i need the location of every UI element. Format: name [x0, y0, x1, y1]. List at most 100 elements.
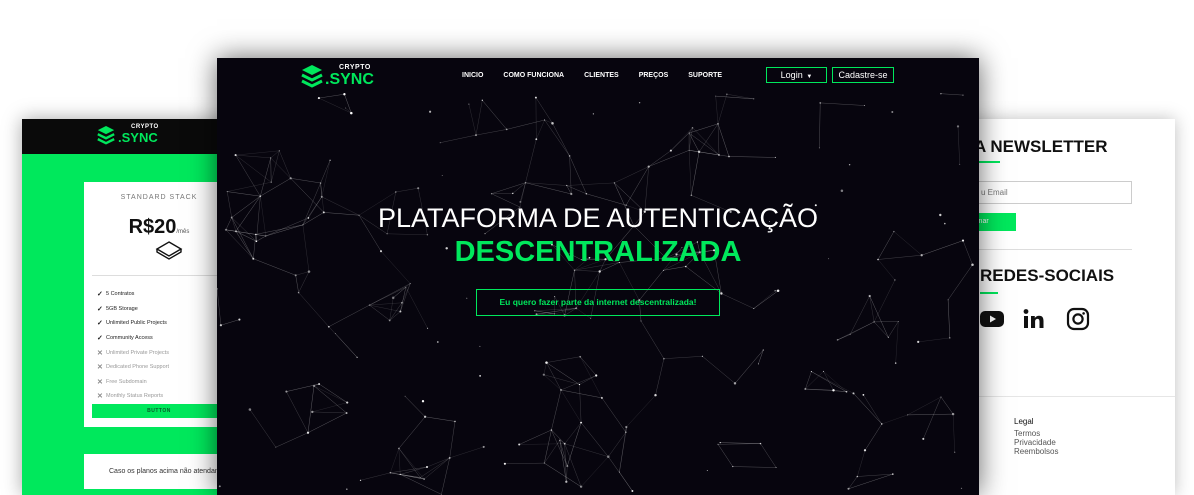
network-line	[601, 397, 627, 433]
network-line	[482, 100, 507, 130]
nav-link-inicio[interactable]: INICIO	[462, 72, 483, 79]
price-card: STANDARD STACK R$20/mês ✓ 5 Contratos ✓ 5G…	[84, 182, 234, 427]
network-line	[957, 126, 960, 165]
pricing-logo[interactable]: CRYPTO .SYNC	[97, 124, 159, 145]
youtube-icon[interactable]	[980, 307, 1004, 331]
layers-logo-icon	[97, 126, 115, 145]
social-underline	[980, 292, 998, 294]
network-line	[648, 150, 690, 167]
feature-label: 5GB Storage	[106, 305, 138, 312]
network-line	[805, 371, 824, 390]
network-line	[551, 389, 562, 431]
linkedin-icon[interactable]	[1022, 307, 1046, 331]
star-dot	[421, 400, 425, 403]
nav-link-suporte[interactable]: SUPORTE	[688, 72, 722, 79]
signup-button[interactable]: Cadastre-se	[832, 67, 894, 83]
network-line	[227, 181, 272, 192]
network-line	[952, 414, 955, 453]
network-line	[270, 150, 280, 183]
plan-price: R$20/mês	[84, 216, 234, 239]
network-line	[569, 155, 572, 195]
cta-button[interactable]: Eu quero fazer parte da internet descent…	[476, 289, 720, 316]
network-line	[689, 150, 700, 153]
legal-title: Legal	[1014, 417, 1034, 426]
feature-item-disabled: ✕ Monthly Status Reports	[97, 389, 169, 404]
network-line	[519, 429, 552, 445]
network-line	[760, 443, 777, 468]
network-line	[235, 154, 271, 159]
logo-crypto-text: CRYPTO	[131, 124, 159, 130]
network-line	[869, 295, 889, 338]
newsletter-title: A NEWSLETTER	[974, 137, 1108, 156]
feature-item-disabled: ✕ Dedicated Phone Support	[97, 360, 169, 375]
instagram-icon[interactable]	[1066, 307, 1090, 331]
network-line	[648, 150, 672, 167]
network-line	[625, 166, 649, 206]
network-line	[734, 349, 764, 384]
social-title: REDES-SOCIAIS	[980, 266, 1115, 285]
network-line	[717, 443, 761, 445]
star-dot	[479, 375, 481, 377]
plans-note: Caso os planos acima não atendam	[84, 454, 234, 489]
hero-page-preview: CRYPTO .SYNC INICIO COMO FUNCIONA CLIENT…	[217, 58, 979, 495]
plan-price-period: /mês	[176, 229, 190, 235]
feature-label: Dedicated Phone Support	[106, 364, 169, 371]
network-line	[567, 422, 582, 467]
network-line	[579, 384, 582, 423]
nav-link-como-funciona[interactable]: COMO FUNCIONA	[503, 72, 564, 79]
network-line	[923, 396, 942, 439]
network-line	[491, 182, 526, 194]
network-line	[863, 394, 883, 425]
network-line	[819, 102, 821, 148]
network-line	[717, 123, 720, 156]
network-line	[626, 395, 656, 428]
feature-list: ✓ 5 Contratos ✓ 5GB Storage ✓ Unlimited Pub…	[97, 287, 169, 404]
network-line	[369, 302, 402, 306]
network-line	[543, 362, 547, 375]
network-line	[608, 456, 633, 492]
nav-link-clientes[interactable]: CLIENTES	[584, 72, 619, 79]
network-line	[940, 396, 954, 415]
network-line	[525, 139, 537, 183]
feature-item: ✓ 5GB Storage	[97, 302, 169, 317]
star-dot	[218, 485, 221, 488]
network-line	[580, 456, 609, 487]
network-line	[566, 182, 615, 186]
network-line	[580, 422, 609, 457]
network-line	[655, 358, 665, 396]
legal-link-privacy[interactable]: Privacidade	[1014, 438, 1058, 447]
network-line	[536, 119, 545, 140]
network-line	[940, 93, 964, 96]
network-line	[398, 448, 401, 475]
network-line	[820, 102, 865, 106]
network-line	[728, 156, 776, 158]
network-line	[619, 432, 627, 473]
star-dot	[436, 341, 439, 343]
check-icon: ✓	[97, 291, 103, 299]
network-line	[560, 389, 602, 399]
plan-select-button[interactable]: BUTTON	[92, 404, 226, 418]
network-line	[895, 321, 899, 364]
legal-link-refunds[interactable]: Reembolsos	[1014, 447, 1058, 456]
legal-link-terms[interactable]: Termos	[1014, 429, 1058, 438]
network-line	[918, 337, 950, 343]
logo-sync-text: .SYNC	[118, 129, 158, 145]
feature-label: Free Subdomain	[106, 378, 147, 385]
network-line	[551, 429, 565, 444]
network-line	[369, 286, 407, 306]
network-line	[425, 416, 456, 422]
network-line	[286, 383, 320, 392]
email-input[interactable]: u Email	[960, 181, 1132, 204]
star-dot	[840, 189, 844, 193]
network-line	[564, 422, 582, 444]
login-dropdown-button[interactable]: Login ▼	[766, 67, 827, 83]
network-line	[574, 269, 600, 272]
network-line	[318, 383, 348, 403]
site-logo[interactable]: CRYPTO .SYNC	[301, 63, 381, 89]
network-line	[579, 356, 603, 399]
network-line	[546, 362, 562, 391]
network-line	[307, 385, 315, 433]
network-line	[295, 275, 299, 293]
nav-link-precos[interactable]: PREÇOS	[639, 72, 669, 79]
network-line	[753, 290, 776, 309]
